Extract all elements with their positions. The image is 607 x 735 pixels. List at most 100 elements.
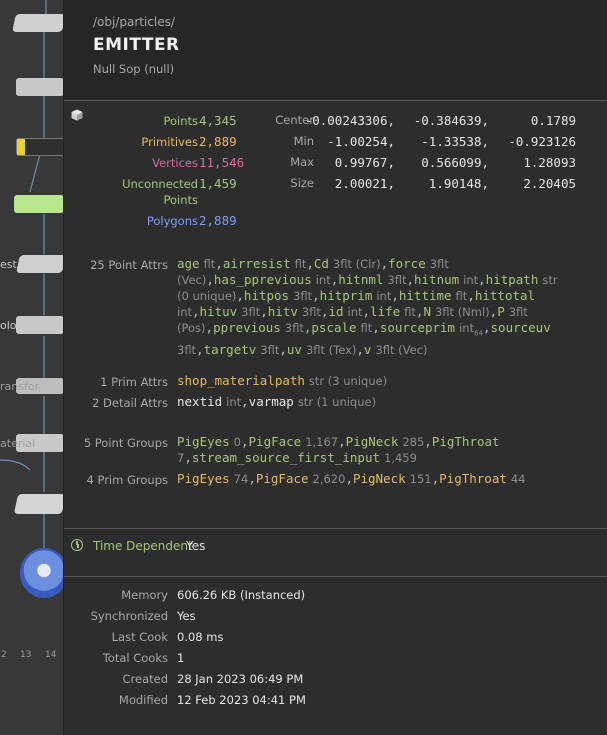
- node-2[interactable]: [16, 78, 64, 96]
- attr-type: 3flt: [177, 342, 197, 357]
- node-emitter[interactable]: [13, 494, 64, 514]
- separator: ,: [380, 256, 389, 271]
- divider: [64, 100, 607, 101]
- info-value: 1: [177, 651, 185, 665]
- attr-name: targetv: [203, 341, 257, 357]
- node-label-aterial: aterial: [0, 437, 36, 450]
- count-value: 11,546: [199, 155, 245, 170]
- count-value: 1,459: [199, 176, 237, 191]
- clock-icon: [71, 539, 83, 551]
- attr-type: 3flt: [293, 289, 313, 303]
- attr-type: int: [376, 289, 392, 303]
- group-name: PigEyes: [177, 471, 230, 486]
- count-label: Primitives: [141, 135, 198, 149]
- group-name: PigFace: [255, 471, 309, 486]
- separator: ,: [248, 471, 256, 486]
- ruler-tick: 14: [45, 650, 57, 660]
- attr-name: pscale: [311, 320, 357, 335]
- timeline-ruler[interactable]: 2 13 14: [0, 646, 64, 666]
- group-name: PigFace: [248, 434, 302, 449]
- group-name: PigThroat: [439, 471, 507, 486]
- attr-name: N: [423, 304, 431, 319]
- attr-type: int: [315, 273, 331, 287]
- info-value: 28 Jan 2023 06:49 PM: [177, 672, 304, 686]
- group-name: PigNeck: [345, 434, 399, 449]
- prim-attrs-list: shop_materialpath str (3 unique): [177, 373, 567, 389]
- separator: ,: [260, 304, 268, 319]
- node-yellow[interactable]: [16, 138, 64, 156]
- attr-name: nextid: [177, 394, 223, 409]
- info-value: Yes: [177, 609, 196, 623]
- separator: ,: [236, 288, 244, 303]
- count-label: Unconnected Points: [122, 177, 198, 207]
- separator: ,: [192, 304, 200, 319]
- separator: ,: [206, 272, 214, 287]
- separator: ,: [467, 288, 475, 303]
- attr-name: force: [388, 256, 426, 271]
- attr-name: airresist: [222, 256, 291, 271]
- attr-type: 3flt (Clr): [332, 257, 381, 271]
- separator: ,: [312, 288, 320, 303]
- divider: [64, 528, 607, 529]
- bounds-value: -0.384639,: [413, 113, 489, 128]
- attr-type: 3flt: [284, 321, 304, 335]
- node-green[interactable]: [14, 195, 64, 213]
- network-editor-strip[interactable]: est olo ransfor aterial 2 13 14: [0, 0, 64, 735]
- info-label: Created: [122, 672, 168, 686]
- group-name: PigNeck: [352, 471, 406, 486]
- node-est[interactable]: [16, 255, 64, 273]
- bounds-value: 2.20405: [523, 176, 576, 191]
- attr-type: flt: [404, 305, 416, 319]
- attr-type: 3flt: [260, 342, 280, 357]
- group-count: 1,459: [384, 451, 417, 465]
- separator: ,: [362, 304, 371, 319]
- attr-name: hittotal: [474, 288, 536, 303]
- attr-type: 3flt (Nml): [434, 305, 490, 319]
- attr-name: hittime: [398, 288, 452, 303]
- bounds-value: 0.566099,: [421, 155, 489, 170]
- node-olo[interactable]: [16, 316, 64, 334]
- group-count: 0: [233, 435, 241, 449]
- group-count: 1,167: [305, 435, 339, 449]
- count-value: 2,889: [199, 134, 237, 149]
- separator: ,: [345, 471, 353, 486]
- attr-type: int: [347, 305, 363, 319]
- node-info-panel: /obj/particles/ EMITTER Null Sop (null) …: [63, 0, 607, 735]
- separator: ,: [478, 272, 486, 287]
- attr-name: hitnum: [414, 272, 460, 287]
- bounds-value: 1.28093: [523, 155, 576, 170]
- attr-type: int: [459, 321, 475, 335]
- attr-name: age: [177, 256, 200, 271]
- node-top[interactable]: [12, 14, 64, 32]
- attr-name: hitpos: [243, 288, 290, 303]
- time-dependent-value: Yes: [186, 539, 206, 553]
- time-dependent-label: Time Dependent: [93, 539, 193, 553]
- group-count: 74: [233, 472, 249, 486]
- attr-name: hitv: [267, 304, 298, 319]
- node-type: Null Sop (null): [93, 62, 175, 76]
- group-count: 285: [402, 435, 425, 449]
- attr-type: flt: [455, 289, 468, 303]
- separator: ,: [306, 256, 314, 271]
- attr-type-sub: 64: [474, 329, 483, 338]
- attr-type: flt: [294, 257, 307, 271]
- info-label: Synchronized: [90, 609, 168, 623]
- bounds-label: Min: [293, 134, 314, 148]
- group-name: PigThroat: [431, 434, 500, 449]
- separator: ,: [205, 320, 214, 335]
- separator: ,: [406, 272, 414, 287]
- group-count: 151: [409, 472, 432, 486]
- prim-attrs-label: 1 Prim Attrs: [100, 375, 168, 389]
- attr-name: life: [370, 304, 401, 319]
- separator: ,: [372, 320, 380, 335]
- attr-name: pprevious: [213, 320, 281, 335]
- attr-type: 3flt (Vec): [375, 342, 428, 357]
- attr-type: int: [177, 305, 192, 319]
- node-sphere-icon[interactable]: [20, 548, 64, 598]
- bounds-value: -1.33538,: [421, 134, 489, 149]
- attr-type: str (3 unique): [308, 374, 388, 388]
- detail-attrs-list: nextid int,varmap str (1 unique): [177, 394, 567, 410]
- separator: ,: [184, 450, 192, 465]
- info-value: 12 Feb 2023 04:41 PM: [177, 693, 306, 707]
- bounds-label: Max: [290, 155, 314, 169]
